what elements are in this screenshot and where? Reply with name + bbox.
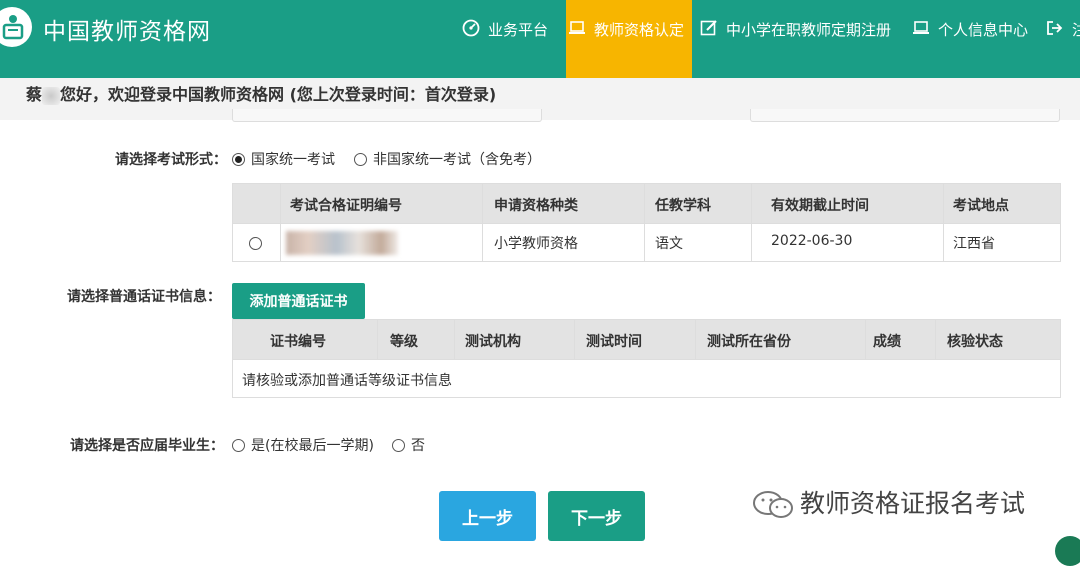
welcome-text: 您好，欢迎登录中国教师资格网 (您上次登录时间：首次登录) xyxy=(60,85,497,104)
watermark-text: 教师资格证报名考试 xyxy=(800,489,1026,518)
site-logo-icon[interactable] xyxy=(0,7,32,47)
welcome-message: 蔡您好，欢迎登录中国教师资格网 (您上次登录时间：首次登录) xyxy=(26,81,496,105)
col-cert-no: 证书编号 xyxy=(270,334,326,350)
graduate-label: 请选择是否应届毕业生： xyxy=(70,438,224,454)
cell-subject: 语文 xyxy=(655,236,683,252)
mandarin-table: 证书编号 等级 测试机构 测试时间 测试所在省份 成绩 核验状态 请核验或添加普… xyxy=(232,319,1061,398)
site-title[interactable]: 中国教师资格网 xyxy=(43,12,211,46)
option-non-national-exam[interactable]: 非国家统一考试（含免考） xyxy=(354,149,541,169)
col-qual-type: 申请资格种类 xyxy=(494,198,578,214)
exam-form-label: 请选择考试形式： xyxy=(115,152,227,168)
select-right[interactable] xyxy=(750,109,1060,122)
table-row[interactable] xyxy=(249,235,262,251)
row-select-radio[interactable] xyxy=(249,236,262,250)
col-test-time: 测试时间 xyxy=(586,334,642,350)
option-graduate-no[interactable]: 否 xyxy=(392,435,425,455)
col-verify-status: 核验状态 xyxy=(947,334,1003,350)
cell-expiry: 2022-06-30 xyxy=(771,233,853,249)
add-mandarin-cert-button[interactable]: 添加普通话证书 xyxy=(232,283,365,319)
col-expiry: 有效期截止时间 xyxy=(771,198,869,214)
top-header: 中国教师资格网 业务平台 教师资格认定 中小学在职教师定期注册 个人信息中心 注 xyxy=(0,0,1080,78)
nav-business-platform[interactable]: 业务平台 xyxy=(462,0,548,78)
nav-label: 注 xyxy=(1072,21,1080,39)
next-step-button[interactable]: 下一步 xyxy=(548,491,645,541)
col-place: 考试地点 xyxy=(953,198,1009,214)
user-name: 蔡 xyxy=(26,85,43,104)
prev-step-button[interactable]: 上一步 xyxy=(439,491,536,541)
radio-graduate-yes[interactable] xyxy=(232,438,245,452)
nav-logout[interactable]: 注 xyxy=(1046,0,1080,78)
col-cert-no: 考试合格证明编号 xyxy=(290,198,402,214)
nav-periodic-registration[interactable]: 中小学在职教师定期注册 xyxy=(700,0,891,78)
radio-non-national-exam[interactable] xyxy=(354,152,367,166)
logout-icon xyxy=(1047,21,1063,35)
col-level: 等级 xyxy=(390,334,418,350)
nav-label: 中小学在职教师定期注册 xyxy=(726,21,892,39)
option-national-exam[interactable]: 国家统一考试 xyxy=(232,149,335,169)
nav-teacher-qualification[interactable]: 教师资格认定 xyxy=(566,0,692,78)
laptop-icon xyxy=(569,21,585,34)
mandarin-label: 请选择普通话证书信息： xyxy=(67,289,221,305)
edit-icon xyxy=(700,20,717,36)
nav-label: 教师资格认定 xyxy=(594,21,685,39)
radio-national-exam[interactable] xyxy=(232,152,245,166)
wechat-icon xyxy=(753,491,793,518)
exam-table: 考试合格证明编号 申请资格种类 任教学科 有效期截止时间 考试地点 小学教师资格… xyxy=(232,183,1061,262)
cell-place: 江西省 xyxy=(953,236,995,252)
empty-message: 请核验或添加普通话等级证书信息 xyxy=(242,373,452,389)
nav-personal-center[interactable]: 个人信息中心 xyxy=(912,0,1028,78)
col-test-org: 测试机构 xyxy=(465,334,521,350)
wechat-watermark: 教师资格证报名考试 xyxy=(752,484,1025,520)
dashboard-icon xyxy=(462,19,480,37)
cell-qual-type: 小学教师资格 xyxy=(494,236,578,252)
nav-label: 个人信息中心 xyxy=(938,21,1029,39)
redacted-cert-no xyxy=(286,231,398,255)
redacted-name xyxy=(42,86,61,105)
col-test-province: 测试所在省份 xyxy=(707,334,791,350)
option-graduate-yes[interactable]: 是(在校最后一学期) xyxy=(232,435,374,455)
col-subject: 任教学科 xyxy=(655,198,711,214)
col-score: 成绩 xyxy=(873,334,901,350)
laptop-icon xyxy=(913,21,929,34)
radio-graduate-no[interactable] xyxy=(392,438,405,452)
nav-label: 业务平台 xyxy=(488,21,549,39)
select-left[interactable] xyxy=(232,109,542,122)
corner-badge-icon xyxy=(1055,536,1080,566)
